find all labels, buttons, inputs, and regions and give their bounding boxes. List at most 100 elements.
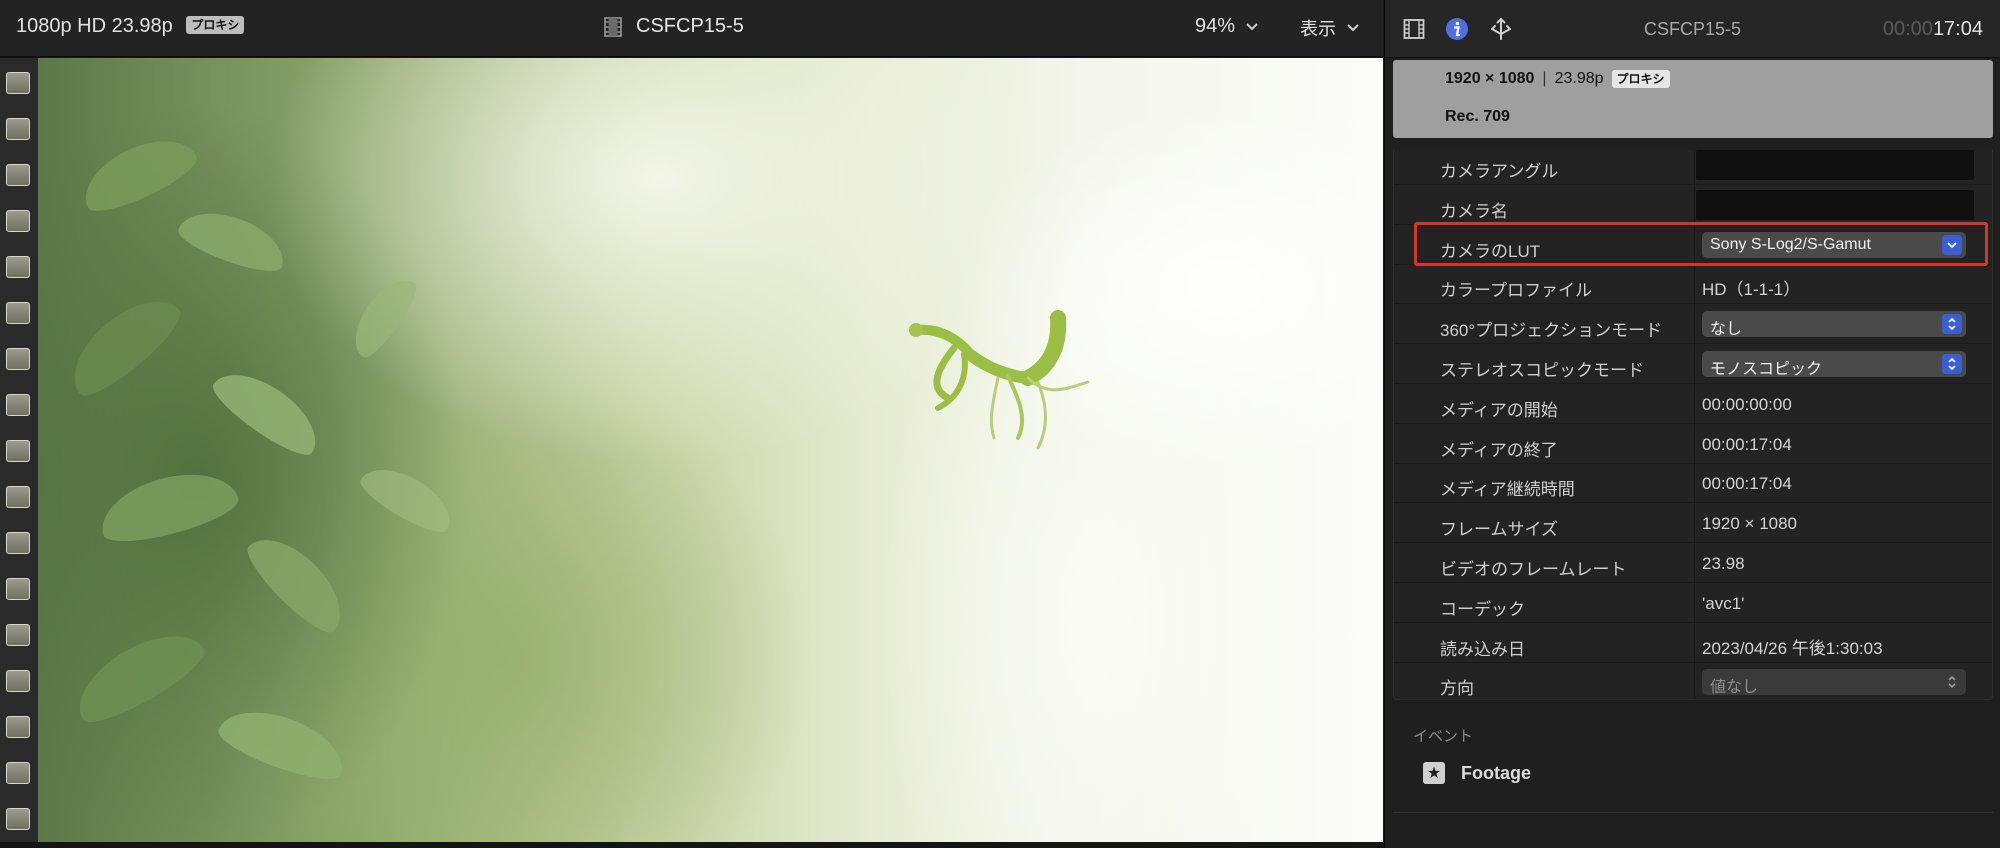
- property-value: 00:00:00:00: [1702, 394, 1792, 414]
- star-icon: ★: [1423, 762, 1445, 784]
- popup-value: モノスコピック: [1710, 361, 1823, 378]
- inspector-tabs: [1403, 17, 1513, 41]
- timecode-value: 17:04: [1932, 18, 1983, 40]
- format-text: 1080p HD 23.98p: [16, 15, 173, 37]
- property-row: 360°プロジェクションモード なし: [1394, 305, 1992, 345]
- film-perforation: [6, 762, 30, 784]
- property-value: 23.98: [1702, 554, 1745, 573]
- inspector-panel: CSFCP15-5 00:0017:04 1920 × 1080 | 23.98…: [1384, 0, 2000, 848]
- film-perforation: [6, 716, 30, 738]
- viewer-format-info: 1080p HD 23.98p プロキシ: [16, 15, 245, 38]
- property-text-field[interactable]: [1696, 189, 1974, 220]
- zoom-menu[interactable]: 94%: [1195, 15, 1259, 38]
- column-divider: [1694, 384, 1695, 424]
- film-perforation: [6, 624, 30, 646]
- section-divider: [1393, 812, 1993, 813]
- lut-row-highlight: [1414, 222, 1988, 266]
- column-divider: [1694, 424, 1695, 464]
- film-perforation: [6, 72, 30, 94]
- viewer-clip-title: CSFCP15-5: [604, 15, 744, 38]
- share-icon[interactable]: [1489, 17, 1513, 41]
- event-item[interactable]: ★ Footage: [1423, 762, 1531, 784]
- film-perforation: [6, 578, 30, 600]
- leaf-shape: [93, 460, 243, 552]
- property-value: 00:00:17:04: [1702, 434, 1792, 454]
- updown-arrows-icon: [1942, 354, 1962, 374]
- column-divider: [1694, 583, 1695, 623]
- view-menu-label: 表示: [1300, 19, 1336, 39]
- event-section-label: イベント: [1413, 728, 1474, 745]
- summary-resolution: 1920 × 1080: [1445, 70, 1535, 87]
- property-value: 'avc1': [1702, 593, 1745, 613]
- property-label: カメラアングル: [1440, 162, 1559, 181]
- summary-frame-rate: 23.98p: [1554, 70, 1604, 87]
- summary-color-space: Rec. 709: [1445, 108, 1510, 125]
- column-divider: [1694, 305, 1695, 345]
- chevron-down-icon: [1347, 24, 1359, 32]
- property-row: コーデック 'avc1': [1394, 583, 1992, 623]
- inspector-header: CSFCP15-5 00:0017:04: [1385, 0, 2000, 58]
- leaf-shape: [205, 357, 331, 465]
- column-divider: [1694, 464, 1695, 504]
- film-perforation: [6, 486, 30, 508]
- chevron-down-icon: [1246, 22, 1258, 30]
- property-row: ビデオのフレームレート 23.98: [1394, 544, 1992, 583]
- zoom-value: 94%: [1195, 15, 1236, 37]
- property-label: ステレオスコピックモード: [1440, 361, 1644, 380]
- film-perforation: [6, 532, 30, 554]
- filmstrip-edge: [0, 58, 38, 842]
- column-divider: [1694, 623, 1695, 663]
- property-row: カラープロファイル HD（1-1-1）: [1394, 265, 1992, 305]
- film-icon[interactable]: [1403, 18, 1425, 40]
- column-divider: [1694, 150, 1695, 185]
- clip-title: CSFCP15-5: [636, 15, 744, 37]
- leaf-shape: [354, 455, 462, 541]
- property-label: 読み込み日: [1440, 639, 1525, 659]
- property-label: カメラ名: [1440, 201, 1508, 221]
- property-text-field[interactable]: [1696, 150, 1974, 180]
- film-perforation: [6, 348, 30, 370]
- property-popup[interactable]: 値なし: [1702, 669, 1966, 697]
- property-value: 1920 × 1080: [1702, 514, 1798, 534]
- leaf-shape: [63, 616, 213, 734]
- property-popup[interactable]: モノスコピック: [1702, 351, 1966, 378]
- property-popup[interactable]: なし: [1702, 311, 1966, 339]
- property-row: メディア継続時間 00:00:17:04: [1394, 464, 1992, 504]
- column-divider: [1694, 504, 1695, 544]
- property-label: 360°プロジェクションモード: [1440, 321, 1663, 341]
- film-perforation: [6, 256, 30, 278]
- film-perforation: [6, 164, 30, 186]
- property-row: カメラアングル: [1394, 150, 1992, 185]
- inspector-clip-title: CSFCP15-5: [1644, 19, 1742, 39]
- info-icon[interactable]: [1445, 17, 1469, 41]
- view-menu[interactable]: 表示: [1300, 15, 1360, 41]
- updown-arrows-icon: [1942, 672, 1962, 692]
- popup-value: 値なし: [1710, 679, 1759, 697]
- property-value: HD（1-1-1）: [1702, 280, 1801, 300]
- property-label: カラープロファイル: [1440, 281, 1592, 301]
- leaf-shape: [56, 282, 190, 406]
- film-perforation: [6, 118, 30, 140]
- summary-format-line: 1920 × 1080 | 23.98p プロキシ: [1445, 70, 1670, 88]
- property-label: ビデオのフレームレート: [1440, 560, 1627, 579]
- updown-arrows-icon: [1942, 314, 1962, 335]
- film-perforation: [6, 808, 30, 830]
- inspector-timecode: 00:0017:04: [1883, 18, 1983, 41]
- property-row: メディアの終了 00:00:17:04: [1394, 424, 1992, 464]
- popup-value: なし: [1710, 321, 1743, 339]
- property-value: 00:00:17:04: [1702, 474, 1792, 494]
- mantis-image: [909, 310, 1090, 450]
- video-frame[interactable]: [38, 58, 1383, 842]
- property-label: コーデック: [1440, 599, 1525, 619]
- property-row: メディアの開始 00:00:00:00: [1394, 384, 1992, 424]
- property-row: フレームサイズ 1920 × 1080: [1394, 504, 1992, 544]
- property-label: メディア継続時間: [1440, 480, 1575, 500]
- property-label: メディアの終了: [1440, 440, 1558, 460]
- property-row: 読み込み日 2023/04/26 午後1:30:03: [1394, 623, 1992, 663]
- column-divider: [1694, 345, 1695, 384]
- property-row: 方向 値なし: [1394, 663, 1992, 699]
- property-row: カメラ名: [1394, 185, 1992, 225]
- leaf-shape: [73, 124, 203, 222]
- summary-separator: |: [1542, 70, 1547, 87]
- film-perforation: [6, 670, 30, 692]
